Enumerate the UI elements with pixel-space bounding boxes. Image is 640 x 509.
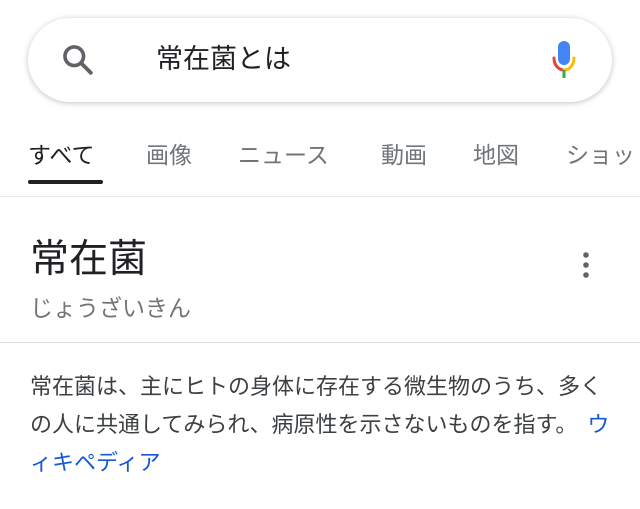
tabs-divider: [0, 196, 640, 197]
active-tab-indicator: [28, 180, 103, 184]
mic-icon[interactable]: [550, 40, 578, 80]
more-vert-icon[interactable]: [574, 248, 598, 282]
tab-shopping[interactable]: ショッ: [566, 140, 635, 172]
knowledge-panel-divider: [0, 342, 640, 343]
tab-news[interactable]: ニュース: [238, 140, 329, 172]
knowledge-panel-description: 常在菌は、主にヒトの身体に存在する微生物のうち、多くの人に共通してみられ、病原性…: [30, 369, 620, 483]
knowledge-panel-title: 常在菌: [30, 237, 148, 282]
tab-all[interactable]: すべて: [28, 140, 94, 172]
tab-images[interactable]: 画像: [146, 140, 192, 172]
description-text: 常在菌は、主にヒトの身体に存在する微生物のうち、多くの人に共通してみられ、病原性…: [30, 375, 603, 438]
knowledge-panel-reading: じょうざいきん: [30, 296, 191, 322]
search-input[interactable]: 常在菌とは: [156, 18, 291, 102]
tab-maps[interactable]: 地図: [473, 140, 519, 172]
search-bar[interactable]: 常在菌とは: [28, 18, 612, 102]
search-tabs: すべて 画像 ニュース 動画 地図 ショッ: [0, 126, 640, 186]
tab-videos[interactable]: 動画: [381, 140, 427, 172]
search-icon[interactable]: [60, 42, 96, 78]
